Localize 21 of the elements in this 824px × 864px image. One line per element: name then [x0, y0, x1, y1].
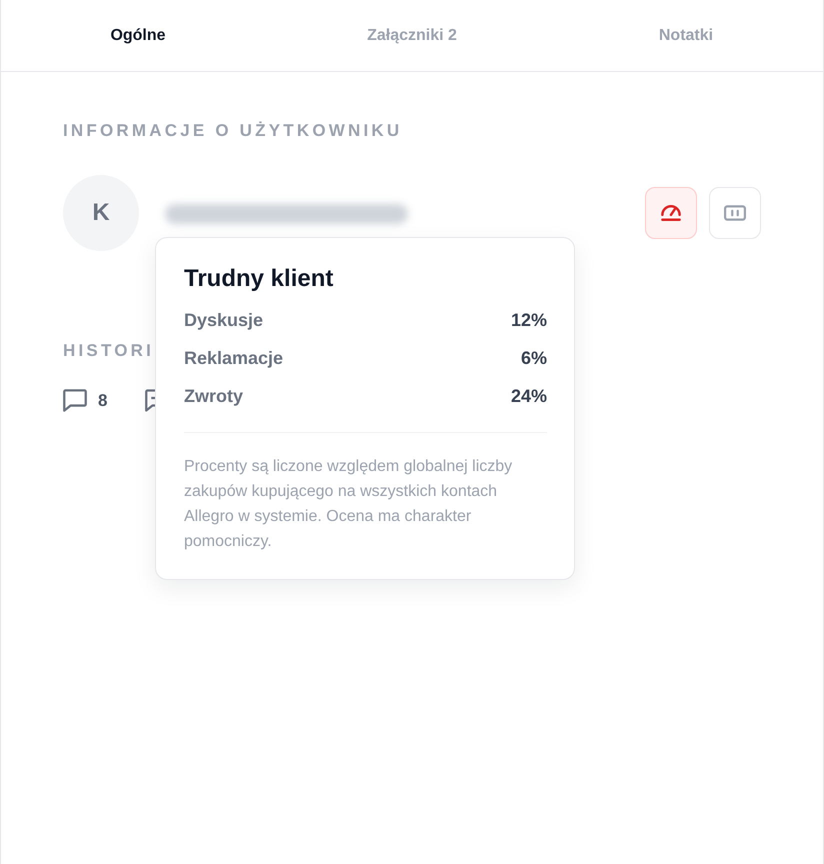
section-heading: INFORMACJE O UŻYTKOWNIKU [63, 121, 402, 141]
panel-button[interactable] [709, 187, 761, 239]
metric-value: 6% [520, 348, 547, 368]
note-text: Procenty są liczone względem globalnej liczby zakupów kupującego na wszystkich kontach Allegro w systemie. Ocena ma charakter pomocniczy. [184, 457, 514, 552]
metric-value: 12% [510, 310, 547, 330]
pause-box-icon [724, 205, 746, 221]
tab[interactable]: Notatki [549, 0, 823, 71]
gauge-button[interactable] [645, 187, 697, 239]
metric-label: Dyskusje [184, 310, 264, 330]
avatar: K [63, 175, 139, 251]
metric-label: Reklamacje [184, 348, 284, 368]
gauge-icon [661, 205, 681, 221]
count: 8 [98, 390, 108, 410]
metric-value: 24% [510, 386, 547, 406]
chat-icon [63, 389, 87, 412]
metric-label: Zwroty [184, 386, 244, 406]
chat-icon [145, 389, 156, 412]
tab[interactable]: Ogólne [1, 0, 275, 71]
tab[interactable]: Załączniki 2 [275, 0, 549, 71]
popover-title: Trudny klient [184, 264, 334, 294]
section-heading: HISTORI [63, 341, 154, 361]
